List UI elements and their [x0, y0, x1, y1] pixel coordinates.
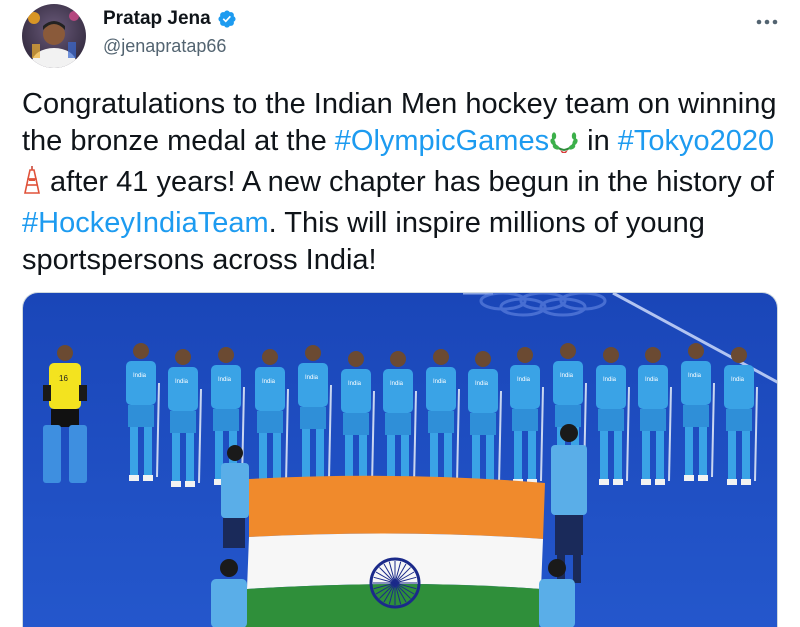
- jersey-text: India: [390, 381, 404, 387]
- goalkeeper-number: 16: [59, 374, 68, 383]
- jersey-text: India: [603, 377, 617, 383]
- verified-badge-icon: [217, 9, 237, 29]
- author-name-row: Pratap Jena: [103, 8, 237, 30]
- jersey-text: India: [262, 379, 276, 385]
- indian-flag: [245, 475, 545, 627]
- jersey-text: India: [645, 377, 659, 383]
- tweet-text-segment: after 41 years! A new chapter has begun …: [42, 166, 774, 198]
- tweet-card: Pratap Jena @jenapratap66 Congratulation…: [0, 0, 800, 627]
- jersey-text: India: [560, 373, 574, 379]
- more-options-icon[interactable]: [752, 12, 782, 32]
- tweet-text: Congratulations to the Indian Men hockey…: [22, 86, 782, 279]
- jersey-text: India: [175, 379, 189, 385]
- author-name[interactable]: Pratap Jena: [103, 8, 211, 30]
- hashtag-link[interactable]: #Tokyo2020: [618, 125, 774, 157]
- jersey-text: India: [433, 379, 447, 385]
- avatar[interactable]: [22, 4, 86, 68]
- jersey-text: India: [133, 373, 147, 379]
- tokyo-tower-icon: [22, 165, 42, 205]
- team-photo-image: 16 India India India India India India India In…: [23, 293, 777, 627]
- jersey-text: India: [731, 377, 745, 383]
- tweet-text-segment: in: [579, 125, 618, 157]
- hashtag-link[interactable]: #OlympicGames: [335, 125, 549, 157]
- jersey-text: India: [305, 375, 319, 381]
- jersey-text: India: [475, 381, 489, 387]
- tweet-media-photo[interactable]: 16 India India India India India India India In…: [22, 292, 778, 627]
- jersey-text: India: [218, 377, 232, 383]
- jersey-text: India: [517, 377, 531, 383]
- author-handle[interactable]: @jenapratap66: [103, 36, 226, 57]
- jersey-text: India: [348, 381, 362, 387]
- olive-wreath-icon: [549, 127, 579, 164]
- hashtag-link[interactable]: #HockeyIndiaTeam: [22, 207, 269, 239]
- jersey-text: India: [688, 373, 702, 379]
